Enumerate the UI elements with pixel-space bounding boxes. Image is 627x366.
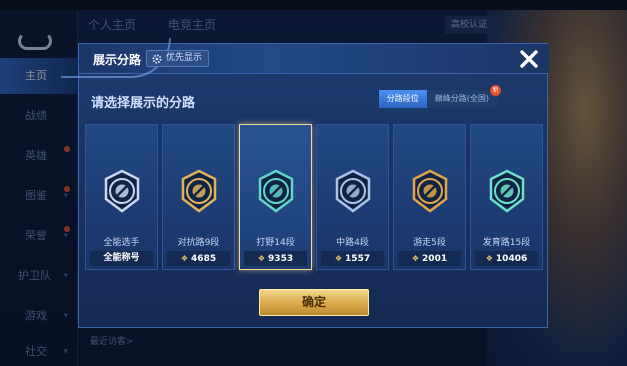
tab-peak-lane[interactable]: 巅峰分路(全国) 新 <box>426 85 501 108</box>
rank-chevron-icon: ❖ <box>334 254 343 263</box>
lane-card[interactable]: 对抗路9段 ❖ 4685 <box>162 124 235 270</box>
new-badge: 新 <box>490 85 501 96</box>
lane-score: ❖ 10406 <box>475 251 538 266</box>
lane-card[interactable]: 中路4段 ❖ 1557 <box>316 124 389 270</box>
lane-label: 全能选手 <box>103 238 140 248</box>
lane-score: ❖ 9353 <box>244 251 307 266</box>
lane-label: 发育路15段 <box>482 238 531 248</box>
close-icon[interactable] <box>517 47 541 71</box>
tab-label: 巅峰分路(全国) <box>434 94 489 103</box>
lane-label: 打野14段 <box>256 238 295 248</box>
lane-display-dialog: 展示分路 优先显示 请选择展示的分路 分路段位 巅峰分路(全国) 新 全能选手全能… <box>61 38 549 328</box>
lane-score-value: 9353 <box>268 254 294 264</box>
rank-chevron-icon: ❖ <box>411 254 420 263</box>
confirm-button[interactable]: 确定 <box>259 289 369 316</box>
lane-score: ❖ 2001 <box>398 251 461 266</box>
lane-score-value: 2001 <box>422 254 448 264</box>
roam-emblem-icon <box>412 169 448 213</box>
lane-score-value: 全能称号 <box>103 253 140 263</box>
lane-label: 对抗路9段 <box>177 238 220 248</box>
lane-label: 中路4段 <box>336 238 369 248</box>
rank-chevron-icon: ❖ <box>485 254 493 263</box>
lane-score: ❖ 1557 <box>321 251 384 266</box>
tab-lane-rank[interactable]: 分路段位 <box>378 90 427 108</box>
gear-icon <box>152 54 162 63</box>
lane-card[interactable]: 打野14段 ❖ 9353 <box>239 124 312 270</box>
lane-label: 游走5段 <box>413 238 446 248</box>
priority-display-button[interactable]: 优先显示 <box>146 50 210 67</box>
dialog-header: 展示分路 优先显示 <box>61 38 549 78</box>
jungle-emblem-icon <box>258 169 294 213</box>
tab-label: 分路段位 <box>386 94 419 103</box>
rank-chevron-icon: ❖ <box>180 254 189 263</box>
lane-score-value: 1557 <box>345 254 371 264</box>
lane-score-value: 4685 <box>191 254 217 264</box>
dialog-title: 展示分路 <box>93 53 142 67</box>
lane-card[interactable]: 全能选手 全能称号 <box>85 124 158 270</box>
lane-card[interactable]: 游走5段 ❖ 2001 <box>393 124 466 270</box>
lane-score: 全能称号 <box>90 251 153 266</box>
lane-score-value: 10406 <box>495 254 528 264</box>
mid-lane-emblem-icon <box>335 169 371 213</box>
priority-display-label: 优先显示 <box>166 53 203 63</box>
lane-tab-group: 分路段位 巅峰分路(全国) 新 <box>378 85 501 108</box>
dialog-subtitle: 请选择展示的分路 <box>91 96 196 111</box>
lane-card[interactable]: 发育路15段 ❖ 10406 <box>470 124 543 270</box>
clash-lane-emblem-icon <box>181 169 217 213</box>
allround-emblem-icon <box>104 169 140 213</box>
farm-lane-emblem-icon <box>489 169 525 213</box>
rank-chevron-icon: ❖ <box>257 254 266 263</box>
lane-score: ❖ 4685 <box>167 251 230 266</box>
